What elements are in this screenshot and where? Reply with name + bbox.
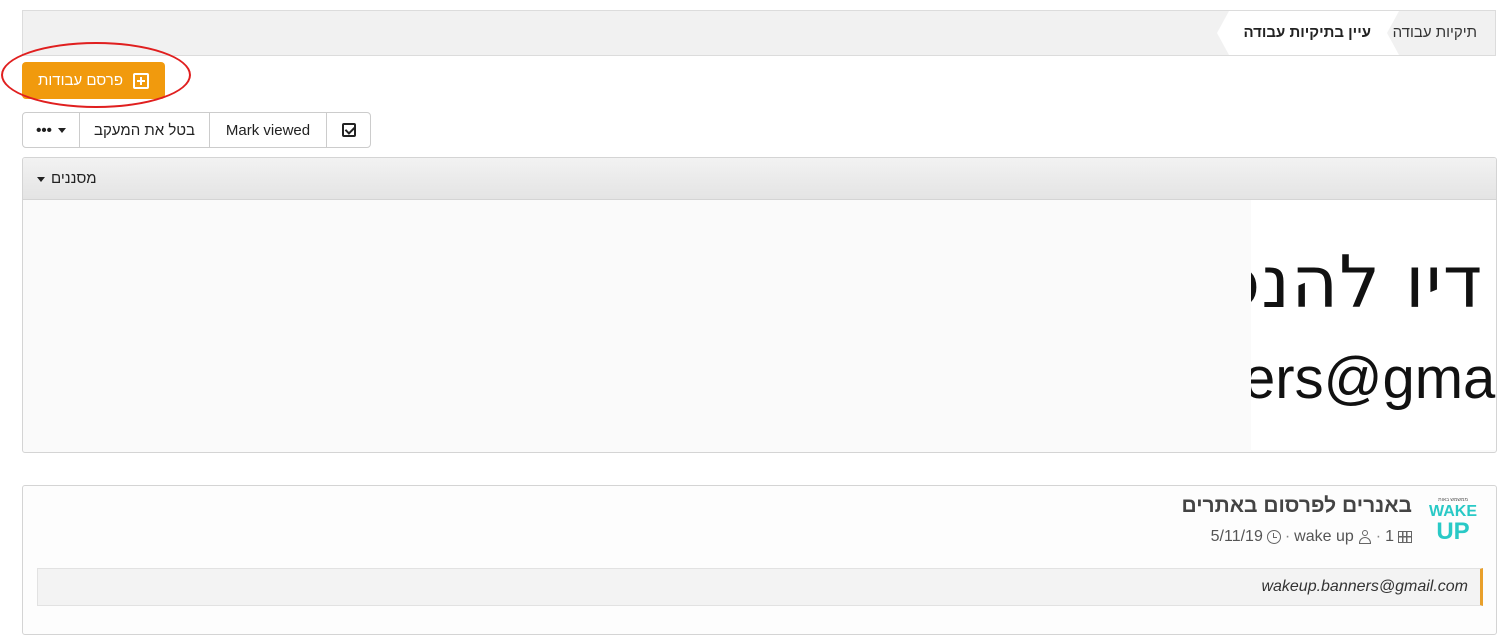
logo-up: UP [1436, 518, 1470, 545]
card-description: wakeup.banners@gmail.com [37, 568, 1483, 606]
grid-icon [1398, 531, 1412, 543]
banner-text-email: ers@gmail [1251, 346, 1496, 411]
checkbox-icon [341, 123, 356, 137]
wake-up-logo[interactable]: ממשמש באות WAKE UP [1429, 496, 1477, 550]
ellipsis-icon: ••• [36, 121, 52, 139]
breadcrumb-item-work-folders[interactable]: תיקיות עבודה [1393, 11, 1477, 55]
more-actions-button[interactable]: ••• [23, 113, 80, 147]
caret-down-icon [57, 127, 66, 133]
card-date: 5/11/19 [1210, 528, 1263, 545]
filters-title: מסננים [51, 170, 97, 187]
untrack-button[interactable]: בטל את המעקב [80, 113, 210, 147]
breadcrumb-item-current: עיין בתיקיות עבודה [1217, 11, 1399, 55]
select-all-button[interactable] [327, 113, 370, 147]
mark-viewed-button[interactable]: Mark viewed [210, 113, 327, 147]
plus-square-icon [132, 72, 149, 89]
card-meta: 1 · wake up · 5/11/19 [1211, 528, 1412, 546]
filters-header: מסננים [23, 158, 1496, 200]
item-count: 1 [1385, 528, 1394, 545]
meta-separator: · [1284, 528, 1291, 545]
breadcrumb: תיקיות עבודה עיין בתיקיות עבודה [22, 10, 1496, 56]
banner-image-preview: דיו להנפ ers@gmail [1251, 200, 1496, 450]
owner-name[interactable]: wake up [1294, 528, 1354, 546]
banner-text-hebrew: דיו להנפ [1251, 240, 1483, 324]
user-icon [1358, 530, 1372, 544]
filters-toggle[interactable]: מסננים [37, 158, 97, 200]
filters-panel: מסננים דיו להנפ ers@gmail [22, 157, 1497, 453]
caret-down-icon [37, 176, 45, 182]
action-toolbar: ••• בטל את המעקב Mark viewed [22, 112, 371, 148]
publish-works-button[interactable]: פרסם עבודות [22, 62, 165, 99]
work-folder-card: ממשמש באות WAKE UP באנרים לפרסום באתרים … [22, 485, 1497, 635]
publish-works-label: פרסם עבודות [38, 72, 123, 89]
card-title[interactable]: באנרים לפרסום באתרים [1182, 494, 1413, 518]
meta-separator: · [1375, 528, 1382, 545]
description-text: wakeup.banners@gmail.com [1261, 578, 1468, 595]
clock-icon [1266, 530, 1281, 544]
